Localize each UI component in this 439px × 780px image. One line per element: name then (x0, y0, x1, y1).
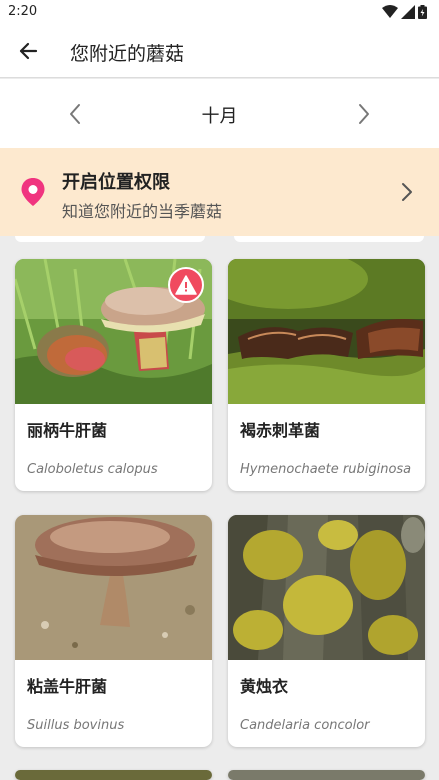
partial-card-top-left (15, 236, 205, 242)
location-pin-icon (21, 178, 45, 206)
warning-badge (168, 267, 204, 303)
location-permission-banner[interactable]: 开启位置权限 知道您附近的当季蘑菇 (0, 148, 439, 236)
mushroom-photo (15, 515, 212, 660)
banner-title: 开启位置权限 (62, 172, 170, 193)
signal-icon (401, 5, 415, 19)
mushroom-name: 黄烛衣 (240, 677, 289, 696)
scientific-name: Hymenochaete rubiginosa (240, 462, 412, 477)
chevron-right-icon (402, 183, 412, 201)
month-navigator: 十月 (0, 79, 439, 148)
page-title: 您附近的蘑菇 (70, 43, 185, 65)
mushroom-name: 褐赤刺革菌 (240, 421, 321, 440)
arrow-left-icon (19, 42, 38, 60)
scientific-name: Caloboletus calopus (27, 462, 158, 477)
partial-card-top-right (234, 236, 424, 242)
chevron-right-icon (359, 104, 369, 124)
mushroom-card[interactable]: 丽柄牛肝菌 Caloboletus calopus (15, 259, 212, 491)
scientific-name: Suillus bovinus (27, 718, 125, 733)
app-bar: 您附近的蘑菇 (0, 24, 439, 78)
lichen-photo (228, 515, 425, 660)
mushroom-photo (228, 770, 425, 780)
status-icons (382, 4, 427, 20)
battery-icon (418, 5, 427, 19)
back-button[interactable] (10, 33, 46, 69)
scientific-name: Candelaria concolor (240, 718, 370, 733)
mushroom-name: 粘盖牛肝菌 (27, 677, 108, 696)
status-bar: 2:20 (0, 0, 439, 24)
mushroom-card-partial[interactable] (228, 770, 425, 780)
bracket-fungus-photo (228, 259, 425, 404)
wifi-icon (382, 5, 398, 18)
next-month-button[interactable] (349, 99, 379, 129)
mushroom-card[interactable]: 粘盖牛肝菌 Suillus bovinus (15, 515, 212, 747)
mushroom-card[interactable]: 黄烛衣 Candelaria concolor (228, 515, 425, 747)
banner-subtitle: 知道您附近的当季蘑菇 (62, 202, 223, 221)
mushroom-card[interactable]: 褐赤刺革菌 Hymenochaete rubiginosa (228, 259, 425, 491)
mushroom-card-partial[interactable] (15, 770, 212, 780)
status-time: 2:20 (8, 4, 38, 19)
mushroom-photo (15, 770, 212, 780)
warning-icon (175, 275, 197, 295)
mushroom-name: 丽柄牛肝菌 (27, 421, 108, 440)
